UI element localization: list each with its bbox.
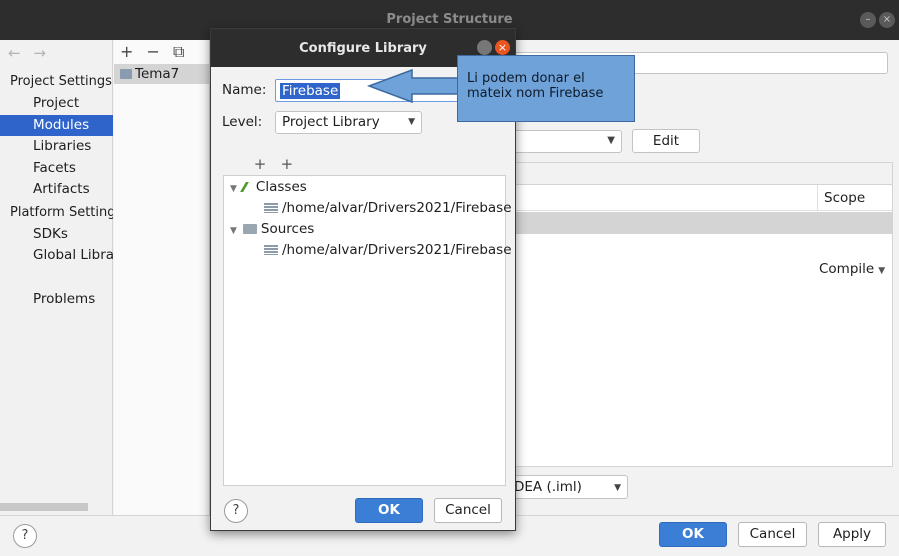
minimize-icon[interactable]: – bbox=[860, 12, 876, 28]
nav-arrows: ← → bbox=[8, 44, 54, 62]
dependencies-table: Scope Compile ▼ bbox=[510, 162, 893, 467]
section-project-settings: Project Settings bbox=[10, 74, 112, 89]
edit-sdk-button[interactable]: Edit bbox=[632, 129, 700, 153]
sources-label: Sources bbox=[260, 221, 315, 237]
library-name-value: Firebase bbox=[280, 83, 341, 99]
callout-arrow-icon bbox=[367, 68, 462, 104]
library-level-value: Project Library bbox=[282, 114, 380, 130]
classes-path: /home/alvar/Drivers2021/Firebase bbox=[282, 200, 512, 216]
dialog-minimize-icon[interactable] bbox=[477, 40, 492, 55]
tree-node-classes-path[interactable]: /home/alvar/Drivers2021/Firebase bbox=[264, 198, 512, 218]
sidebar-item-artifacts[interactable]: Artifacts bbox=[0, 179, 113, 200]
scope-column-header[interactable]: Scope bbox=[817, 185, 893, 211]
scope-compile-select[interactable]: Compile ▼ bbox=[819, 261, 885, 277]
remove-module-icon[interactable]: − bbox=[147, 42, 160, 61]
jar-folder-icon bbox=[264, 245, 278, 255]
scope-value: Compile bbox=[819, 261, 875, 277]
classes-icon bbox=[240, 182, 255, 192]
library-level-select[interactable]: Project Library ▼ bbox=[275, 111, 422, 134]
tree-node-sources[interactable]: ▼ Sources bbox=[230, 219, 314, 239]
sources-folder-icon bbox=[242, 224, 257, 234]
ok-button[interactable]: OK bbox=[659, 522, 727, 547]
sidebar-scrollbar[interactable] bbox=[0, 503, 88, 511]
chevron-down-icon: ▼ bbox=[614, 483, 621, 493]
sidebar-item-project[interactable]: Project bbox=[0, 93, 113, 114]
sidebar-item-modules[interactable]: Modules bbox=[0, 115, 113, 136]
sidebar-item-global-libraries[interactable]: Global Libraries bbox=[0, 245, 113, 266]
dependencies-toolbar bbox=[511, 163, 892, 185]
tree-node-sources-path[interactable]: /home/alvar/Drivers2021/Firebase bbox=[264, 240, 512, 260]
classes-label: Classes bbox=[255, 179, 307, 195]
callout-line-1: Li podem donar el bbox=[467, 71, 585, 86]
forward-arrow-icon[interactable]: → bbox=[33, 44, 46, 62]
back-arrow-icon[interactable]: ← bbox=[8, 44, 21, 62]
sidebar-item-libraries[interactable]: Libraries bbox=[0, 136, 113, 157]
library-roots-tree: ▼ Classes /home/alvar/Drivers2021/Firebas… bbox=[223, 175, 512, 486]
chevron-down-icon: ▼ bbox=[408, 117, 415, 127]
expand-icon[interactable]: ▼ bbox=[230, 184, 237, 194]
module-label: Tema7 bbox=[135, 66, 180, 82]
jar-folder-icon bbox=[264, 203, 278, 213]
sources-path: /home/alvar/Drivers2021/Firebase bbox=[282, 242, 512, 258]
tree-node-classes[interactable]: ▼ Classes bbox=[230, 177, 307, 197]
close-icon[interactable]: × bbox=[879, 12, 895, 28]
copy-module-icon[interactable]: ⧉ bbox=[173, 42, 184, 61]
annotation-callout: Li podem donar el mateix nom Firebase bbox=[457, 55, 635, 122]
window-title: Project Structure bbox=[386, 12, 513, 27]
sidebar-item-problems[interactable]: Problems bbox=[0, 289, 113, 310]
callout-line-2: mateix nom Firebase bbox=[467, 86, 604, 101]
add-module-icon[interactable]: + bbox=[120, 42, 133, 61]
sidebar-item-sdks[interactable]: SDKs bbox=[0, 224, 113, 245]
dialog-close-icon[interactable]: × bbox=[495, 40, 510, 55]
help-button[interactable]: ? bbox=[13, 524, 37, 548]
sidebar-item-facets[interactable]: Facets bbox=[0, 158, 113, 179]
modules-list: + − ⧉ Tema7 bbox=[114, 40, 210, 515]
apply-button[interactable]: Apply bbox=[818, 522, 886, 547]
sidebar: ← → Project Settings Project Modules Lib… bbox=[0, 40, 113, 515]
chevron-down-icon: ▼ bbox=[607, 135, 615, 146]
dialog-title: Configure Library bbox=[299, 41, 427, 56]
dialog-cancel-button[interactable]: Cancel bbox=[434, 498, 502, 523]
dependency-row-selected[interactable] bbox=[511, 212, 892, 234]
expand-icon[interactable]: ▼ bbox=[230, 226, 237, 236]
storage-format-value: DEA (.iml) bbox=[514, 479, 582, 495]
dialog-ok-button[interactable]: OK bbox=[355, 498, 423, 523]
module-sdk-combo[interactable]: ▼ bbox=[510, 130, 622, 153]
chevron-down-icon: ▼ bbox=[878, 266, 886, 276]
storage-format-combo[interactable]: DEA (.iml) ▼ bbox=[510, 475, 628, 499]
level-label: Level: bbox=[222, 114, 263, 130]
modules-toolbar: + − ⧉ bbox=[120, 42, 192, 62]
cancel-button[interactable]: Cancel bbox=[738, 522, 807, 547]
name-label: Name: bbox=[222, 82, 267, 98]
section-platform-settings: Platform Settings bbox=[10, 205, 113, 220]
module-item-tema7[interactable]: Tema7 bbox=[114, 64, 210, 84]
module-folder-icon bbox=[120, 69, 132, 79]
dialog-help-button[interactable]: ? bbox=[224, 499, 248, 523]
